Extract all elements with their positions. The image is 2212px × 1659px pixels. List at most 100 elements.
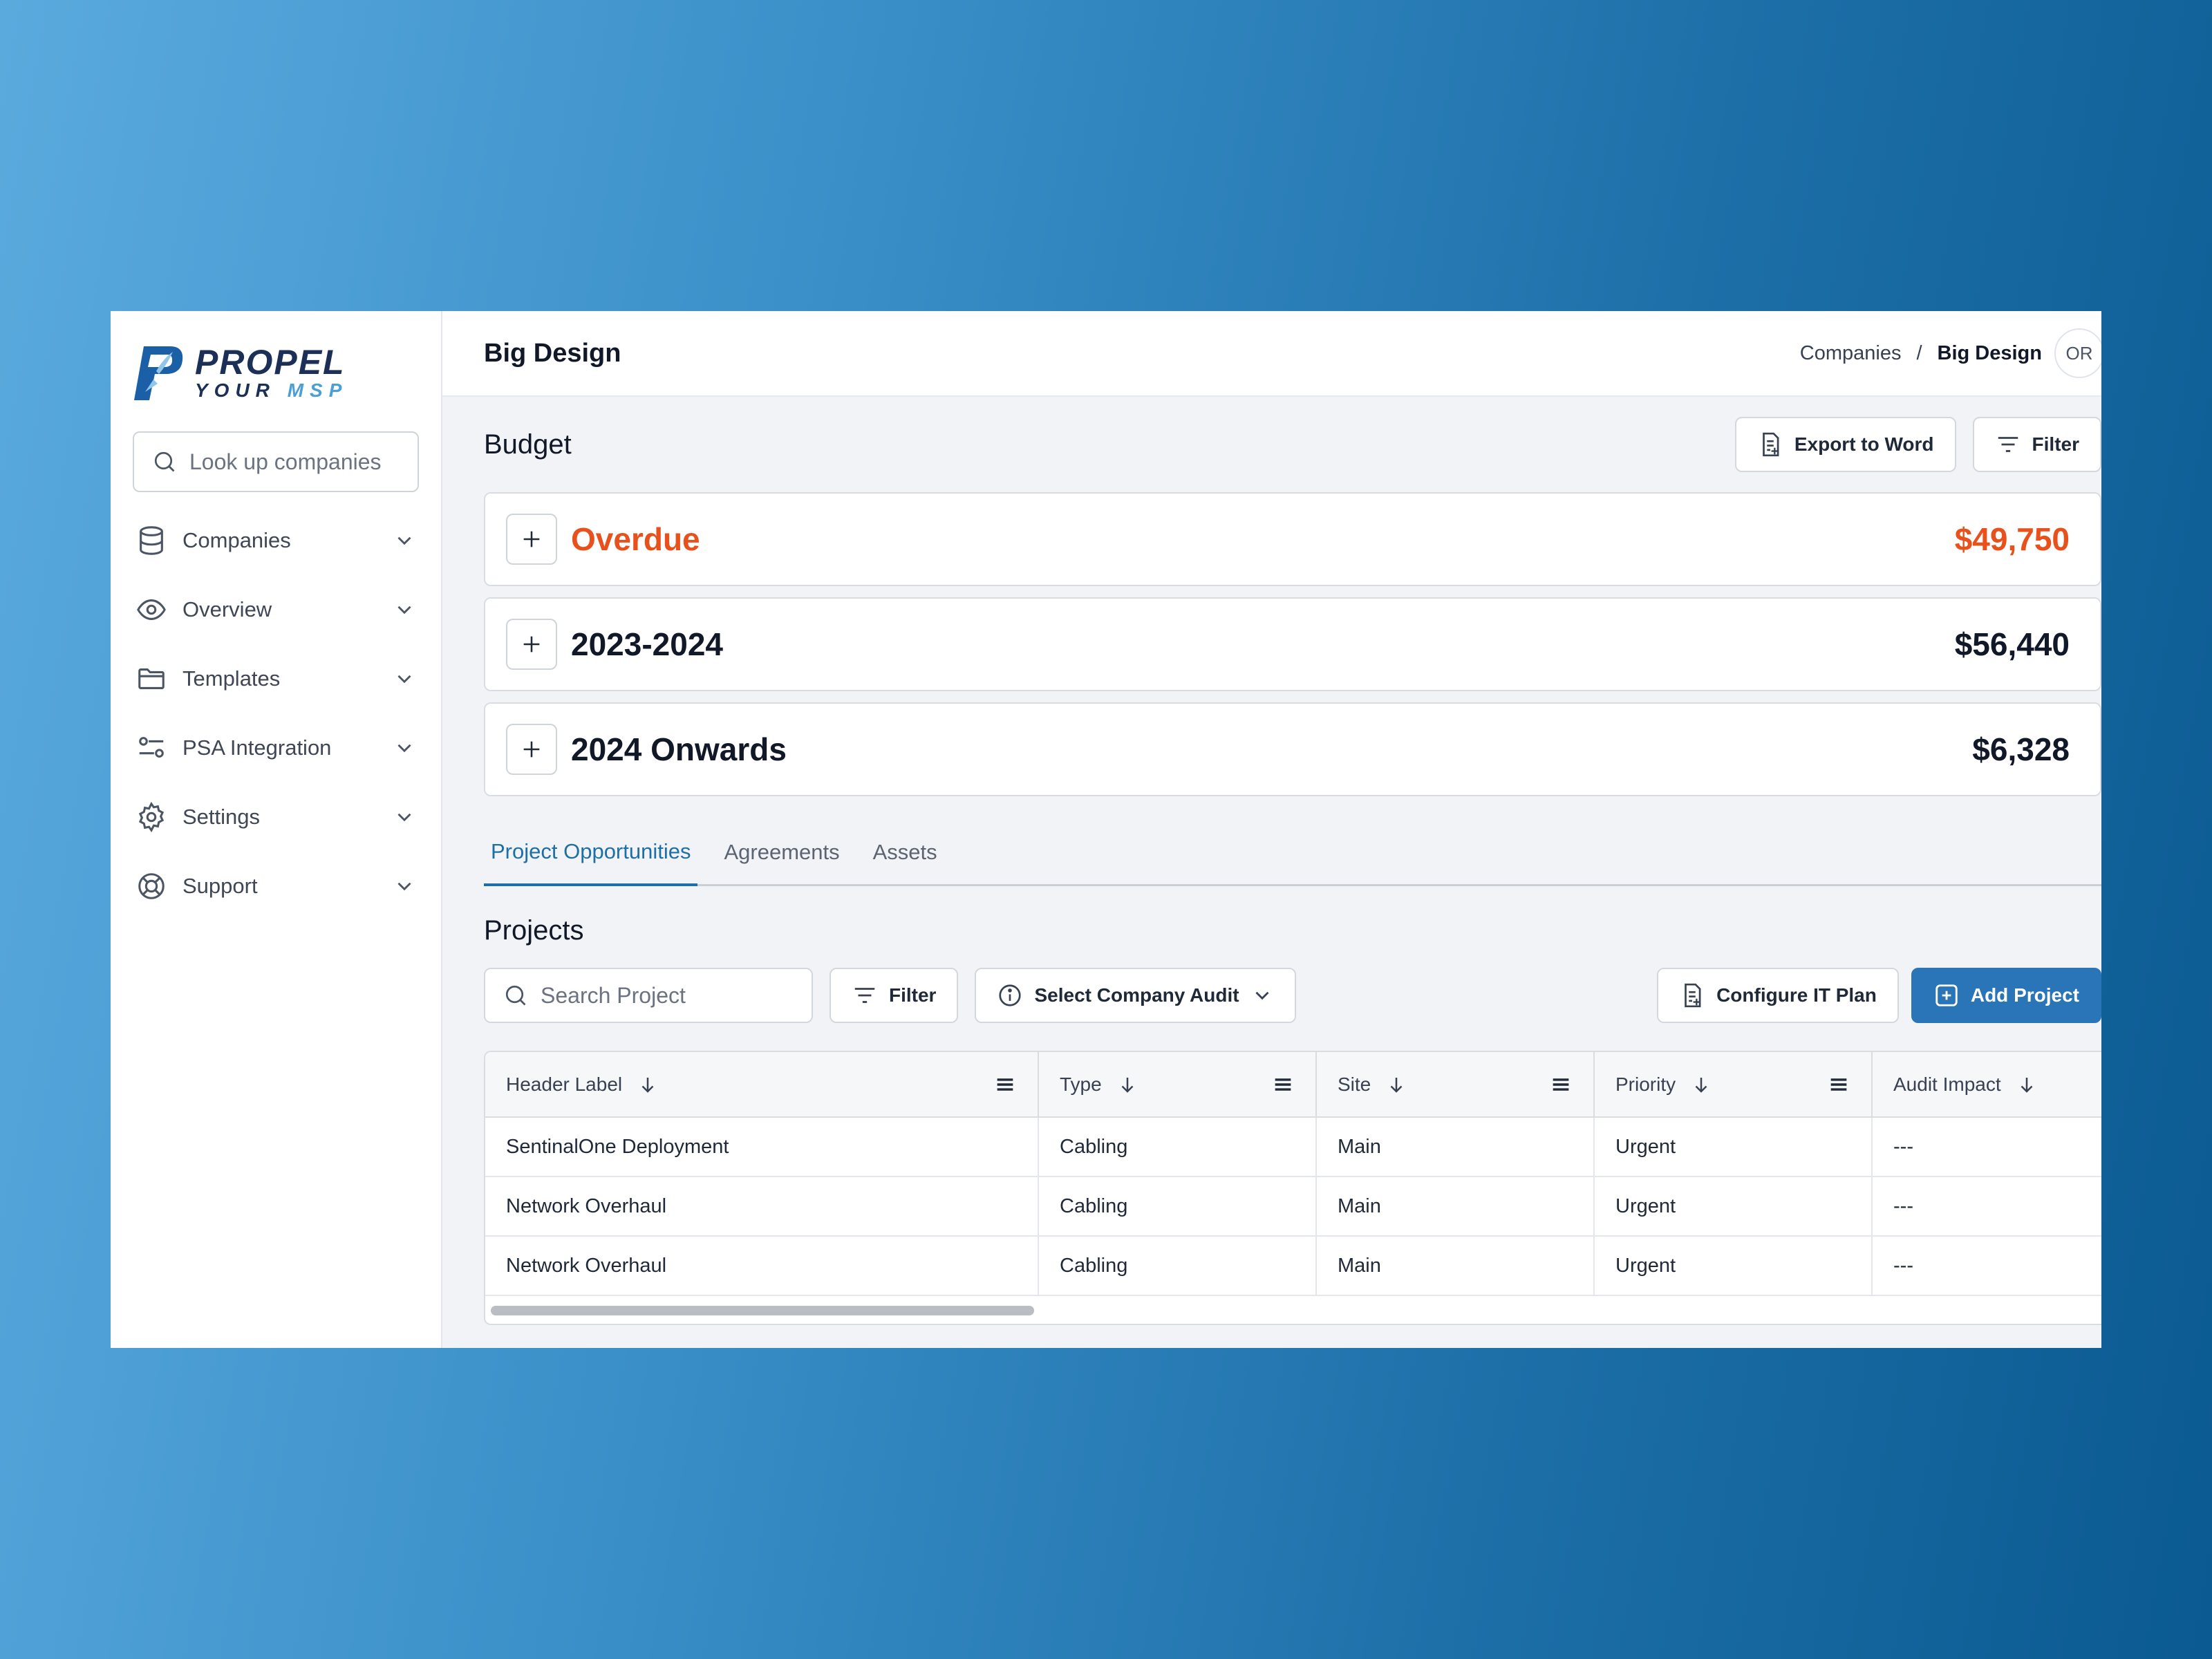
column-header-label: Priority	[1615, 1073, 1676, 1095]
sort-arrow-down-icon[interactable]	[2016, 1074, 2037, 1095]
breadcrumb-companies-link[interactable]: Companies	[1800, 342, 1902, 365]
budget-row-amount: $56,440	[1954, 626, 2070, 662]
sidebar-item-label: Overview	[182, 597, 272, 621]
budget-row-amount: $49,750	[1954, 521, 2070, 557]
document-icon	[1762, 432, 1779, 457]
configure-it-plan-button[interactable]: Configure IT Plan	[1657, 968, 1899, 1023]
column-header-label: Header Label	[506, 1073, 623, 1095]
table-row[interactable]: SentinalOne Deployment Cabling Main Urge…	[485, 1117, 2101, 1177]
plus-icon	[523, 741, 540, 758]
column-header-site[interactable]: Site	[1316, 1052, 1595, 1118]
lifebuoy-icon	[138, 873, 165, 899]
add-project-button[interactable]: Add Project	[1911, 968, 2101, 1023]
sort-arrow-down-icon[interactable]	[637, 1074, 658, 1095]
expand-button[interactable]	[506, 619, 557, 670]
brand-tagline-msp: MSP	[287, 379, 348, 401]
search-icon	[505, 985, 526, 1006]
table-row[interactable]: Network Overhaul Cabling Main Urgent ---	[485, 1177, 2101, 1237]
column-header-label: Type	[1060, 1073, 1102, 1095]
brand-name: PROPEL	[195, 343, 346, 382]
column-header-label: Site	[1338, 1073, 1371, 1095]
filter-icon	[854, 988, 875, 1003]
chevron-down-icon	[397, 536, 411, 545]
export-to-word-button[interactable]: Export to Word	[1734, 417, 1956, 472]
column-header-priority[interactable]: Priority	[1594, 1052, 1873, 1118]
column-menu-icon[interactable]	[1827, 1073, 1850, 1096]
sidebar-item-label: Settings	[182, 805, 261, 829]
budget-title: Budget	[484, 429, 572, 460]
sidebar-item-overview[interactable]: Overview	[133, 575, 419, 644]
configure-it-plan-label: Configure IT Plan	[1716, 984, 1877, 1006]
main-content: Big Design Companies / Big Design OR Bud…	[442, 311, 2101, 1348]
budget-row-2023-2024[interactable]: 2023-2024 $56,440	[484, 597, 2101, 691]
cell-type: Cabling	[1038, 1117, 1317, 1177]
cell-header-label: SentinalOne Deployment	[485, 1117, 1039, 1177]
projects-table: Header Label Type Site Priority Audit Im…	[484, 1051, 2101, 1325]
sidebar-item-label: Support	[182, 874, 258, 898]
cell-site: Main	[1316, 1236, 1595, 1296]
sidebar-item-support[interactable]: Support	[133, 852, 419, 921]
column-header-audit-impact[interactable]: Audit Impact	[1872, 1052, 2101, 1118]
tab-assets[interactable]: Assets	[866, 840, 944, 884]
budget-filter-label: Filter	[2032, 433, 2079, 455]
chevron-down-icon	[397, 813, 411, 822]
column-menu-icon[interactable]	[1271, 1073, 1295, 1096]
breadcrumb: Companies / Big Design	[1800, 342, 2042, 365]
budget-row-overdue[interactable]: Overdue $49,750	[484, 492, 2101, 586]
plus-icon	[523, 531, 540, 547]
horizontal-scrollbar[interactable]	[485, 1296, 2101, 1324]
tab-project-opportunities[interactable]: Project Opportunities	[484, 839, 698, 886]
plus-icon	[523, 636, 540, 653]
chevron-down-icon	[397, 882, 411, 891]
avatar[interactable]: OR	[2054, 328, 2101, 378]
expand-button[interactable]	[506, 514, 557, 565]
budget-row-2024-onwards[interactable]: 2024 Onwards $6,328	[484, 702, 2101, 796]
chevron-down-icon	[397, 675, 411, 684]
projects-toolbar: Search Project Filter Select Company Aud…	[484, 968, 2101, 1023]
info-icon	[999, 984, 1022, 1006]
sort-arrow-down-icon[interactable]	[1386, 1074, 1407, 1095]
brand-tagline: YOUR	[195, 379, 276, 401]
cell-audit-impact: ---	[1872, 1236, 2101, 1296]
propel-logo-mark-icon	[134, 346, 183, 400]
sidebar-item-settings[interactable]: Settings	[133, 782, 419, 852]
plus-square-icon	[1936, 984, 1958, 1006]
budget-row-name: 2024 Onwards	[571, 731, 787, 767]
filter-icon	[1998, 437, 2018, 452]
scrollbar-thumb[interactable]	[491, 1306, 1034, 1315]
table-header-row: Header Label Type Site Priority Audit Im…	[485, 1052, 2101, 1118]
cell-audit-impact: ---	[1872, 1177, 2101, 1237]
sidebar-item-companies[interactable]: Companies	[133, 506, 419, 575]
column-menu-icon[interactable]	[993, 1073, 1017, 1096]
sidebar-item-psa-integration[interactable]: PSA Integration	[133, 713, 419, 782]
budget-filter-button[interactable]: Filter	[1972, 417, 2101, 472]
tab-agreements[interactable]: Agreements	[717, 840, 846, 884]
column-header-label: Audit Impact	[1893, 1073, 2001, 1095]
search-icon	[154, 451, 175, 472]
export-to-word-label: Export to Word	[1794, 433, 1934, 455]
project-search-input[interactable]: Search Project	[484, 968, 813, 1023]
sidebar-item-templates[interactable]: Templates	[133, 644, 419, 713]
project-search-placeholder: Search Project	[541, 982, 686, 1008]
column-header-type[interactable]: Type	[1038, 1052, 1317, 1118]
database-icon	[140, 526, 163, 555]
expand-button[interactable]	[506, 724, 557, 775]
projects-filter-label: Filter	[889, 984, 937, 1006]
brand-logo[interactable]: PROPEL YOUR MSP	[133, 341, 419, 404]
column-menu-icon[interactable]	[1549, 1073, 1573, 1096]
select-company-audit-dropdown[interactable]: Select Company Audit	[975, 968, 1296, 1023]
budget-row-name: 2023-2024	[571, 626, 723, 662]
sidebar: PROPEL YOUR MSP Look up companies Compan…	[111, 311, 442, 1348]
sort-arrow-down-icon[interactable]	[1117, 1074, 1138, 1095]
sort-arrow-down-icon[interactable]	[1691, 1074, 1712, 1095]
sliders-icon	[139, 737, 164, 758]
projects-filter-button[interactable]: Filter	[830, 968, 959, 1023]
company-search-input[interactable]: Look up companies	[133, 431, 419, 492]
table-row[interactable]: Network Overhaul Cabling Main Urgent ---	[485, 1236, 2101, 1296]
cell-header-label: Network Overhaul	[485, 1177, 1039, 1237]
page-body: Budget Export to Word Filter Overdue $49…	[442, 397, 2101, 1325]
breadcrumb-separator: /	[1916, 341, 1922, 364]
sidebar-nav: Companies Overview Templates PSA Integra…	[133, 506, 419, 921]
column-header-header-label[interactable]: Header Label	[485, 1052, 1039, 1118]
cell-header-label: Network Overhaul	[485, 1236, 1039, 1296]
